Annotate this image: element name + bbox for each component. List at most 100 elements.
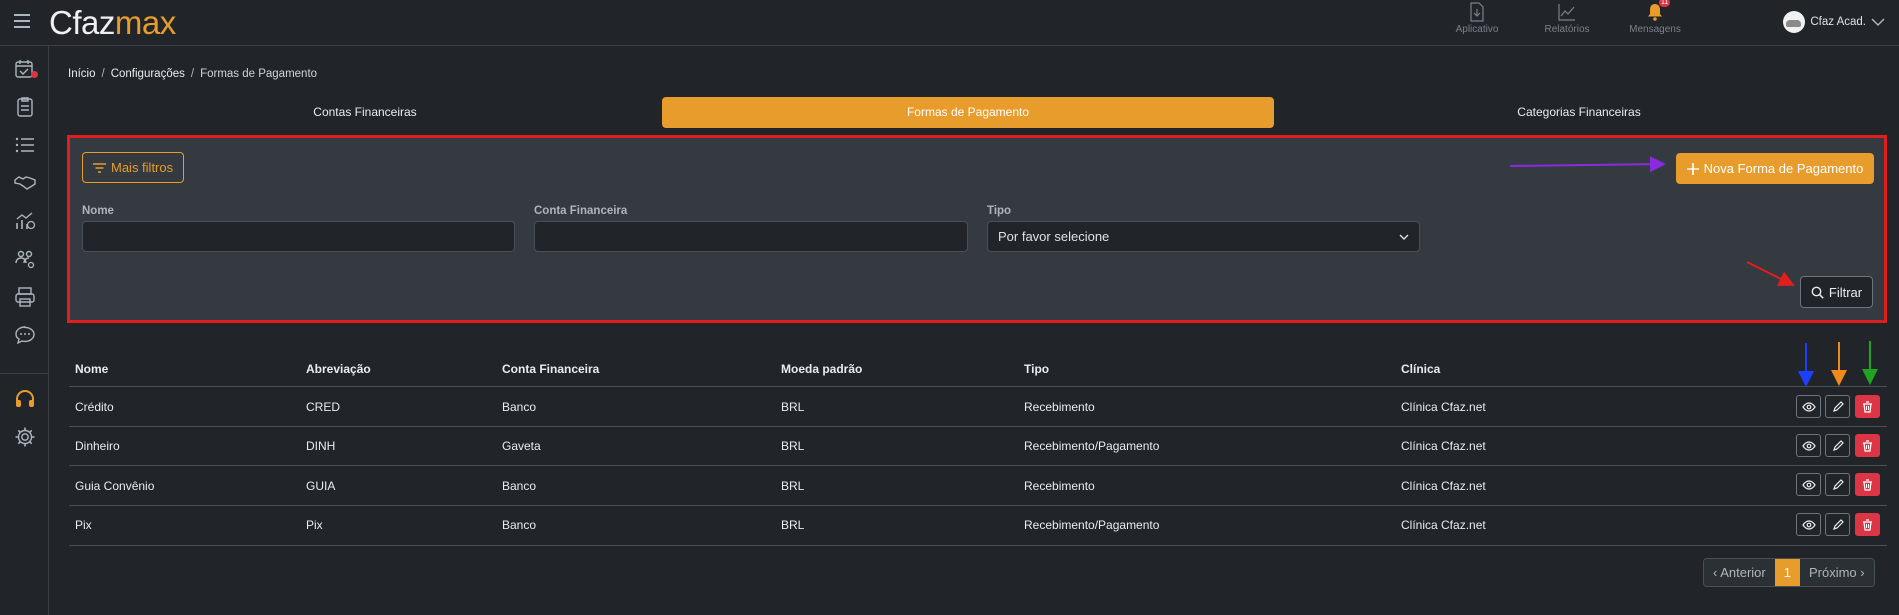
- row-divider: [69, 465, 1887, 466]
- eye-icon: [1801, 440, 1816, 451]
- nome-label: Nome: [82, 205, 114, 217]
- pencil-icon: [1832, 400, 1844, 412]
- cell-moeda: BRL: [781, 439, 805, 453]
- more-filters-button[interactable]: Mais filtros: [82, 152, 185, 183]
- row-divider: [69, 426, 1887, 427]
- topbar-app-button[interactable]: Aplicativo: [1437, 0, 1517, 35]
- cell-tipo: Recebimento: [1024, 400, 1095, 414]
- prev-page-button[interactable]: ‹ Anterior: [1704, 559, 1775, 586]
- cell-abreviacao: Pix: [306, 518, 323, 532]
- edit-button[interactable]: [1825, 473, 1850, 496]
- row-divider: [69, 505, 1887, 506]
- cell-abreviacao: CRED: [306, 400, 341, 414]
- topbar-messages-button[interactable]: 11 Mensagens: [1615, 0, 1695, 35]
- tab-contas-financeiras[interactable]: Contas Financeiras: [59, 97, 671, 128]
- cell-conta-financeira: Banco: [502, 518, 537, 532]
- topbar-reports-label: Relatórios: [1544, 24, 1590, 35]
- topbar-reports-button[interactable]: Relatórios: [1527, 0, 1607, 35]
- tipo-select-value: Por favor selecione: [998, 229, 1110, 244]
- filter-button[interactable]: Filtrar: [1800, 276, 1873, 308]
- sidebar-divider: [0, 373, 49, 374]
- delete-button[interactable]: [1855, 513, 1880, 536]
- delete-button[interactable]: [1855, 434, 1880, 457]
- eye-icon: [1801, 479, 1816, 490]
- filter-button-label: Filtrar: [1828, 284, 1863, 300]
- users-settings-icon[interactable]: [14, 248, 36, 270]
- pencil-icon: [1832, 439, 1844, 451]
- more-filters-label: Mais filtros: [111, 160, 174, 175]
- breadcrumb-home[interactable]: Início: [68, 68, 96, 80]
- breadcrumb-separator: /: [190, 68, 195, 80]
- table-header-divider: [69, 386, 1887, 387]
- printer-icon[interactable]: [14, 286, 36, 308]
- cell-conta-financeira: Banco: [502, 479, 537, 493]
- breadcrumb-settings[interactable]: Configurações: [111, 68, 185, 80]
- trash-icon: [1863, 478, 1872, 491]
- cell-nome: Dinheiro: [75, 439, 120, 453]
- conta-financeira-label: Conta Financeira: [534, 205, 628, 217]
- breadcrumb-current: Formas de Pagamento: [200, 68, 318, 80]
- conta-financeira-input[interactable]: [534, 221, 968, 252]
- cell-nome: Pix: [75, 518, 92, 532]
- search-icon: [1811, 286, 1824, 299]
- cell-clinica: Clínica Cfaz.net: [1401, 439, 1486, 453]
- headset-icon[interactable]: [14, 388, 36, 410]
- download-icon: [1470, 2, 1484, 22]
- new-payment-method-label: Nova Forma de Pagamento: [1703, 161, 1864, 176]
- row-divider: [69, 545, 1887, 546]
- cell-tipo: Recebimento: [1024, 479, 1095, 493]
- cell-tipo: Recebimento/Pagamento: [1024, 439, 1160, 453]
- edit-button[interactable]: [1825, 395, 1850, 418]
- edit-button[interactable]: [1825, 513, 1850, 536]
- filter-icon: [93, 162, 106, 173]
- page-1-button[interactable]: 1: [1774, 559, 1800, 586]
- cell-moeda: BRL: [781, 518, 805, 532]
- chevron-down-icon: [1399, 234, 1409, 240]
- trash-icon: [1863, 518, 1872, 531]
- eye-icon: [1801, 519, 1816, 530]
- trash-icon: [1863, 439, 1872, 452]
- cell-abreviacao: GUIA: [306, 479, 336, 493]
- delete-button[interactable]: [1855, 395, 1880, 418]
- tab-categorias-financeiras[interactable]: Categorias Financeiras: [1273, 97, 1885, 128]
- cell-moeda: BRL: [781, 479, 805, 493]
- chat-icon[interactable]: [14, 324, 36, 346]
- delete-button[interactable]: [1855, 473, 1880, 496]
- list-icon[interactable]: [14, 134, 36, 156]
- cell-moeda: BRL: [781, 400, 805, 414]
- topbar-app-label: Aplicativo: [1455, 24, 1499, 35]
- messages-badge: 11: [1659, 0, 1671, 7]
- clipboard-icon[interactable]: [14, 96, 36, 118]
- pencil-icon: [1832, 478, 1844, 490]
- edit-button[interactable]: [1825, 434, 1850, 457]
- column-header-abreviacao: Abreviação: [306, 362, 371, 376]
- view-button[interactable]: [1796, 434, 1821, 457]
- app-logo[interactable]: Cfazmax: [49, 3, 176, 43]
- cell-conta-financeira: Banco: [502, 400, 537, 414]
- tipo-label: Tipo: [987, 205, 1012, 217]
- next-page-button[interactable]: Próximo ›: [1799, 559, 1874, 586]
- column-header-nome: Nome: [75, 362, 109, 376]
- tab-formas-de-pagamento[interactable]: Formas de Pagamento: [662, 97, 1274, 128]
- user-menu[interactable]: Cfaz Acad.: [1783, 11, 1885, 33]
- cell-tipo: Recebimento/Pagamento: [1024, 518, 1160, 532]
- tipo-select[interactable]: Por favor selecione: [987, 221, 1420, 252]
- menu-icon[interactable]: [14, 14, 30, 28]
- cell-nome: Guia Convênio: [75, 479, 155, 493]
- column-header-conta-financeira: Conta Financeira: [502, 362, 600, 376]
- plus-icon: [1686, 162, 1699, 175]
- breadcrumb: Início / Configurações / Formas de Pagamento: [68, 68, 317, 80]
- nome-input[interactable]: [82, 221, 515, 252]
- cell-clinica: Clínica Cfaz.net: [1401, 400, 1486, 414]
- view-button[interactable]: [1796, 513, 1821, 536]
- cell-conta-financeira: Gaveta: [502, 439, 541, 453]
- view-button[interactable]: [1796, 395, 1821, 418]
- handshake-icon[interactable]: [14, 172, 36, 194]
- new-payment-method-button[interactable]: Nova Forma de Pagamento: [1676, 153, 1874, 184]
- column-header-moeda-padrao: Moeda padrão: [781, 362, 863, 376]
- view-button[interactable]: [1796, 473, 1821, 496]
- breadcrumb-separator: /: [101, 68, 105, 80]
- gear-icon[interactable]: [14, 426, 36, 448]
- finance-chart-icon[interactable]: [14, 210, 36, 232]
- cell-abreviacao: DINH: [306, 439, 336, 453]
